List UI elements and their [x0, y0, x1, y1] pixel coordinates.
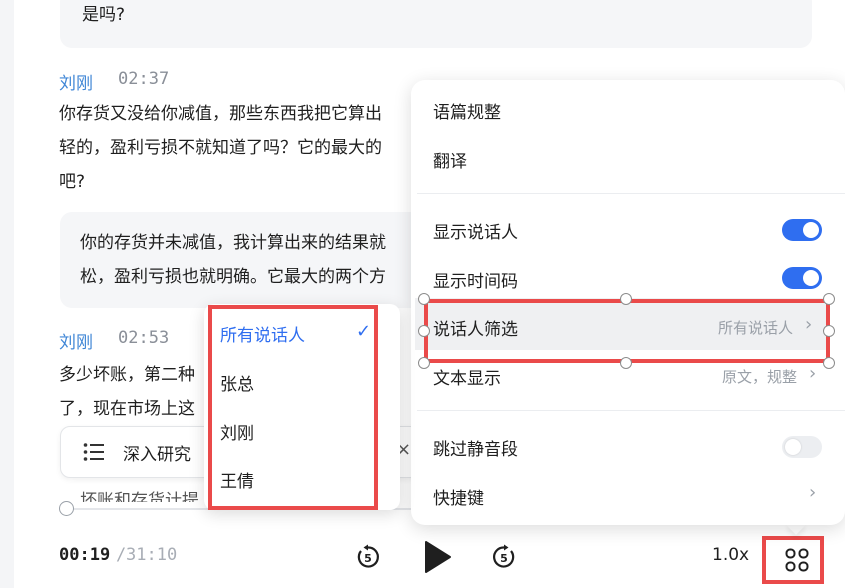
menu-divider: [417, 193, 845, 194]
resize-handle: [418, 325, 430, 337]
left-rail: [0, 0, 14, 588]
transcript-line: 吧?: [59, 172, 86, 192]
chevron-right-icon: ›: [809, 482, 817, 503]
menu-item-translate[interactable]: 翻译: [433, 147, 467, 172]
check-icon: ✓: [356, 321, 372, 342]
skip-silence-toggle[interactable]: [782, 436, 822, 458]
transcript-line: 了，现在市场上这: [59, 399, 195, 419]
show-speaker-toggle[interactable]: [782, 219, 822, 241]
segment-timestamp[interactable]: 02:53: [118, 328, 169, 348]
resize-handle: [823, 293, 835, 305]
text-display-value: 原文，规整: [722, 368, 798, 386]
more-settings-button[interactable]: [762, 536, 824, 584]
menu-item-show-speaker: 显示说话人: [433, 223, 518, 243]
resize-handle: [418, 293, 430, 305]
transcript-line: 多少坏账，第二种: [59, 365, 195, 385]
bubble-line: 松，盈利亏损也就明确。它最大的两个方: [80, 267, 386, 287]
progress-handle[interactable]: [59, 501, 74, 516]
resize-handle: [620, 293, 632, 305]
current-time: 00:19: [59, 545, 111, 565]
grid-icon: [785, 548, 809, 572]
rewind-5s-icon[interactable]: 5: [355, 544, 381, 570]
forward-seconds: 5: [500, 552, 508, 565]
speaker-name[interactable]: 刘刚: [59, 69, 93, 94]
speaker-option[interactable]: 王倩: [220, 467, 254, 492]
deep-research-label: 深入研究: [123, 445, 191, 465]
menu-item-shortcuts[interactable]: 快捷键: [433, 484, 484, 509]
speaker-option[interactable]: 所有说话人: [220, 321, 305, 346]
resize-handle: [620, 357, 632, 369]
bubble-line: 你的存货并未减值，我计算出来的结果就: [80, 233, 386, 253]
speaker-option[interactable]: 张总: [220, 370, 254, 395]
bubble-text: 是吗?: [82, 5, 126, 25]
playback-speed[interactable]: 1.0x: [712, 545, 749, 565]
transcript-line: 你存货又没给你减值，那些东西我把它算出: [59, 104, 382, 124]
chevron-right-icon: ›: [809, 363, 817, 384]
speaker-name[interactable]: 刘刚: [59, 328, 93, 353]
total-duration: 31:10: [126, 545, 178, 565]
menu-item-normalize[interactable]: 语篇规整: [433, 98, 501, 123]
time-separator: /: [116, 545, 127, 565]
translation-bubble: 你的存货并未减值，我计算出来的结果就 松，盈利亏损也就明确。它最大的两个方: [60, 212, 460, 308]
resize-handle: [823, 325, 835, 337]
speaker-option[interactable]: 刘刚: [220, 419, 254, 444]
transcript-line: 轻的，盈利亏损不就知道了吗？它的最大的: [59, 138, 382, 158]
menu-item-show-timecode: 显示时间码: [433, 272, 518, 292]
menu-item-text-display[interactable]: 文本显示: [433, 364, 501, 389]
annotation-highlight-box: [424, 299, 830, 363]
forward-5s-icon[interactable]: 5: [491, 544, 517, 570]
show-timecode-toggle[interactable]: [782, 267, 822, 289]
menu-divider: [417, 410, 845, 411]
play-icon[interactable]: [424, 540, 452, 574]
list-icon: [83, 443, 104, 461]
rewind-seconds: 5: [364, 552, 372, 565]
segment-timestamp[interactable]: 02:37: [118, 69, 169, 89]
translation-bubble: 是吗?: [60, 0, 812, 48]
resize-handle: [418, 357, 430, 369]
resize-handle: [823, 357, 835, 369]
menu-item-skip-silence: 跳过静音段: [433, 440, 518, 460]
